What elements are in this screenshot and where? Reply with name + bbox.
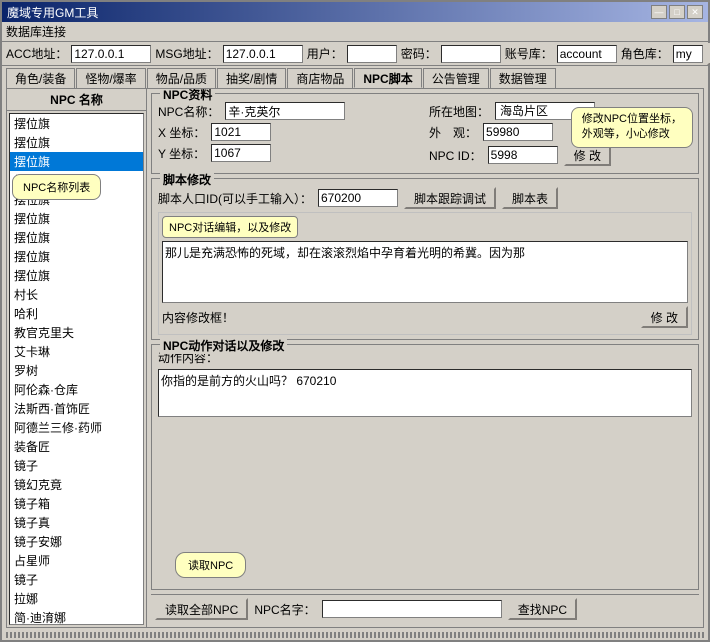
npc-name-label: NPC名称： xyxy=(158,103,219,120)
pwd-label: 密码： xyxy=(401,45,437,62)
menu-bar: 数据库连接 xyxy=(2,22,708,42)
script-table-button[interactable]: 脚本表 xyxy=(502,187,558,209)
user-label: 用户： xyxy=(307,45,343,62)
read-npc-callout: 读取NPC xyxy=(175,552,246,578)
list-item[interactable]: 摆位旗 xyxy=(10,190,143,209)
npc-name-search-label: NPC名字： xyxy=(254,601,315,618)
content-modify-label: 内容修改框！ xyxy=(162,309,234,326)
acc-label: ACC地址： xyxy=(6,45,67,62)
acc-bar: ACC地址： MSG地址： 用户： 密码： 账号库： 角色库： 断开 xyxy=(2,42,708,66)
list-item[interactable]: 艾卡琳 xyxy=(10,342,143,361)
role-input[interactable] xyxy=(673,45,703,63)
list-item[interactable]: 镜子真 xyxy=(10,513,143,532)
list-item[interactable]: 镜子箱 xyxy=(10,494,143,513)
list-item[interactable]: 摆位旗 xyxy=(10,114,143,133)
user-input[interactable] xyxy=(347,45,397,63)
dialog-content-textarea[interactable]: 那儿是充满恐怖的死域，却在滚滚烈焰中孕育着光明的希冀。因为那 xyxy=(162,241,688,303)
list-item[interactable]: 罗树 xyxy=(10,361,143,380)
bottom-bar: 读取全部NPC 读取NPC NPC名字： 查找NPC xyxy=(151,594,699,623)
npc-list-header: NPC 名称 xyxy=(7,89,146,111)
tab-monster-drop[interactable]: 怪物/爆率 xyxy=(76,68,145,88)
tab-lottery-story[interactable]: 抽奖/剧情 xyxy=(217,68,286,88)
pwd-input[interactable] xyxy=(441,45,501,63)
list-item[interactable]: 装备匠 xyxy=(10,437,143,456)
list-item[interactable]: 哈利 xyxy=(10,304,143,323)
list-item[interactable]: 镜子 xyxy=(10,570,143,589)
map-label: 所在地图： xyxy=(429,103,489,120)
acc-address-input[interactable] xyxy=(71,45,151,63)
minimize-button[interactable]: — xyxy=(651,5,667,19)
x-coord-input[interactable] xyxy=(211,123,271,141)
msg-label: MSG地址： xyxy=(155,45,218,62)
tab-npc-script[interactable]: NPC脚本 xyxy=(354,68,421,88)
dialog-modify-button[interactable]: 修 改 xyxy=(641,306,688,328)
dialog-edit-callout: NPC对话编辑，以及修改 xyxy=(162,216,298,238)
action-content-textarea[interactable]: 你指的是前方的火山吗？ 670210 xyxy=(158,369,692,417)
account-input[interactable] xyxy=(557,45,617,63)
x-coord-label: X 坐标： xyxy=(158,124,205,141)
list-item[interactable]: 法斯西·首饰匠 xyxy=(10,399,143,418)
npc-info-modify-button[interactable]: 修 改 xyxy=(564,144,611,166)
npc-id-label: NPC ID： xyxy=(429,147,482,164)
main-content: NPC 名称 摆位旗 摆位旗 摆位旗 摆位旗 摆位旗 摆位旗 摆位旗 摆位旗 摆… xyxy=(6,88,704,628)
window-title: 魔域专用GM工具 xyxy=(7,4,98,21)
appearance-label: 外 观： xyxy=(429,124,477,141)
list-item[interactable]: 阿德兰三修·药师 xyxy=(10,418,143,437)
list-item[interactable]: 摆位旗 xyxy=(10,228,143,247)
list-item[interactable]: 镜幻克竟 xyxy=(10,475,143,494)
msg-address-input[interactable] xyxy=(223,45,303,63)
appearance-input[interactable] xyxy=(483,123,553,141)
list-item[interactable]: 摆位旗 xyxy=(10,266,143,285)
npc-name-input[interactable] xyxy=(225,102,345,120)
tab-announcement[interactable]: 公告管理 xyxy=(423,68,489,88)
list-item[interactable]: 镜子 xyxy=(10,456,143,475)
list-item[interactable]: 摆位旗 xyxy=(10,247,143,266)
list-item[interactable]: 摆位旗 xyxy=(10,152,143,171)
read-all-npc-button[interactable]: 读取全部NPC xyxy=(155,598,248,620)
account-label: 账号库： xyxy=(505,45,553,62)
list-item[interactable]: 简·迪淯娜 xyxy=(10,608,143,625)
maximize-button[interactable]: □ xyxy=(669,5,685,19)
y-coord-input[interactable] xyxy=(211,144,271,162)
list-item[interactable]: 占星师 xyxy=(10,551,143,570)
script-title: 脚本修改 xyxy=(160,171,214,188)
npc-action-title: NPC动作对话以及修改 xyxy=(160,337,287,354)
y-coord-label: Y 坐标： xyxy=(158,145,205,162)
tab-shop-item[interactable]: 商店物品 xyxy=(287,68,353,88)
npc-list-panel: NPC 名称 摆位旗 摆位旗 摆位旗 摆位旗 摆位旗 摆位旗 摆位旗 摆位旗 摆… xyxy=(7,89,147,627)
tabs-bar: 角色/装备 怪物/爆率 物品/品质 抽奖/剧情 商店物品 NPC脚本 公告管理 … xyxy=(2,66,708,88)
close-button[interactable]: ✕ xyxy=(687,5,703,19)
script-group: 脚本修改 脚本人口ID(可以手工输入）： 脚本跟踪调试 脚本表 NPC对话编辑，… xyxy=(151,178,699,340)
role-label: 角色库： xyxy=(621,45,669,62)
right-panel: NPC资料 NPC名称： X 坐标： Y 坐标： xyxy=(147,89,703,627)
tab-role-equip[interactable]: 角色/装备 xyxy=(6,68,75,88)
npc-id-input[interactable] xyxy=(488,146,558,164)
script-id-input[interactable] xyxy=(318,189,398,207)
find-npc-button[interactable]: 查找NPC xyxy=(508,598,577,620)
list-item[interactable]: 镜子安娜 xyxy=(10,532,143,551)
tab-data-manage[interactable]: 数据管理 xyxy=(490,68,556,88)
menu-item-db[interactable]: 数据库连接 xyxy=(6,23,66,40)
script-id-label: 脚本人口ID(可以手工输入）： xyxy=(158,190,312,207)
list-item[interactable]: 摆位旗 xyxy=(10,171,143,190)
script-debug-button[interactable]: 脚本跟踪调试 xyxy=(404,187,496,209)
list-item[interactable]: 摆位旗 xyxy=(10,209,143,228)
list-item[interactable]: 村长 xyxy=(10,285,143,304)
npc-name-search-input[interactable] xyxy=(322,600,502,618)
tab-item-quality[interactable]: 物品/品质 xyxy=(147,68,216,88)
npc-info-title: NPC资料 xyxy=(160,89,215,103)
list-item[interactable]: 教官克里夫 xyxy=(10,323,143,342)
npc-list-box[interactable]: 摆位旗 摆位旗 摆位旗 摆位旗 摆位旗 摆位旗 摆位旗 摆位旗 摆位旗 村长 哈… xyxy=(9,113,144,625)
title-bar-buttons: — □ ✕ xyxy=(651,5,703,19)
map-select[interactable]: 海岛片区 xyxy=(495,102,595,120)
list-item[interactable]: 阿伦森·仓库 xyxy=(10,380,143,399)
scrollbar-indicator xyxy=(6,632,704,638)
list-item[interactable]: 拉娜 xyxy=(10,589,143,608)
title-bar: 魔域专用GM工具 — □ ✕ xyxy=(2,2,708,22)
main-window: 魔域专用GM工具 — □ ✕ 数据库连接 ACC地址： MSG地址： 用户： 密… xyxy=(0,0,710,642)
list-item[interactable]: 摆位旗 xyxy=(10,133,143,152)
npc-info-group: NPC资料 NPC名称： X 坐标： Y 坐标： xyxy=(151,93,699,174)
